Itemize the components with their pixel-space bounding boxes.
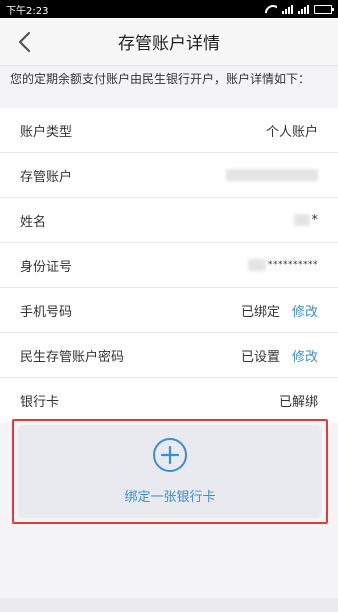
signal-icon-2 bbox=[298, 4, 309, 14]
masked-account-number bbox=[226, 169, 318, 181]
row-value bbox=[226, 169, 318, 181]
row-label: 身份证号 bbox=[20, 259, 73, 275]
wifi-icon bbox=[265, 5, 277, 14]
nav-bar: 存管账户详情 bbox=[0, 18, 338, 66]
masked-id-digits: ********** bbox=[268, 260, 318, 270]
phone-status: 已绑定 bbox=[240, 304, 280, 320]
row-label: 存管账户 bbox=[20, 169, 73, 185]
plus-circle-icon bbox=[153, 438, 187, 472]
page-title: 存管账户详情 bbox=[118, 34, 220, 54]
row-custody-account: 存管账户 bbox=[0, 153, 338, 198]
bind-card-button[interactable]: 绑定一张银行卡 bbox=[18, 425, 322, 518]
row-value: 个人账户 bbox=[265, 124, 318, 140]
row-phone[interactable]: 手机号码 已绑定 修改 bbox=[0, 288, 338, 333]
status-time: 下午2:23 bbox=[6, 5, 49, 17]
bind-card-highlight: 绑定一张银行卡 bbox=[12, 419, 328, 524]
masked-name-suffix: * bbox=[311, 212, 319, 228]
row-value: 已绑定 修改 bbox=[241, 301, 318, 320]
status-bar: 下午2:23 bbox=[0, 0, 338, 18]
row-value: ********** bbox=[248, 259, 318, 271]
row-value: * bbox=[293, 212, 319, 228]
row-label: 姓名 bbox=[20, 214, 47, 230]
password-status: 已设置 bbox=[240, 349, 280, 365]
row-password[interactable]: 民生存管账户密码 已设置 修改 bbox=[0, 333, 338, 378]
back-arrow-icon bbox=[18, 31, 31, 53]
row-label: 手机号码 bbox=[20, 304, 73, 320]
masked-name bbox=[293, 214, 310, 226]
row-name: 姓名 * bbox=[0, 198, 338, 243]
row-value: 已设置 修改 bbox=[241, 346, 318, 365]
row-label: 账户类型 bbox=[20, 124, 73, 140]
back-button[interactable] bbox=[10, 28, 38, 56]
account-notice: 您的定期余额支付账户由民生银行开户，账户详情如下： bbox=[0, 66, 338, 108]
modify-password-link[interactable]: 修改 bbox=[292, 346, 318, 365]
bank-card-status: 已解绑 bbox=[278, 395, 318, 410]
account-detail-list: 账户类型 个人账户 存管账户 姓名 * 身份证号 ********** 手机号码… bbox=[0, 108, 338, 423]
status-icons bbox=[265, 4, 334, 14]
battery-icon bbox=[314, 4, 334, 14]
bind-card-label: 绑定一张银行卡 bbox=[124, 490, 216, 505]
modify-phone-link[interactable]: 修改 bbox=[292, 301, 318, 320]
masked-id-prefix bbox=[248, 259, 266, 271]
row-id-number: 身份证号 ********** bbox=[0, 243, 338, 288]
row-label: 银行卡 bbox=[20, 395, 60, 410]
signal-icon bbox=[282, 4, 293, 14]
row-bank-card: 银行卡 已解绑 bbox=[0, 378, 338, 423]
bottom-strip bbox=[0, 598, 338, 612]
row-label: 民生存管账户密码 bbox=[20, 349, 125, 365]
row-account-type: 账户类型 个人账户 bbox=[0, 108, 338, 153]
